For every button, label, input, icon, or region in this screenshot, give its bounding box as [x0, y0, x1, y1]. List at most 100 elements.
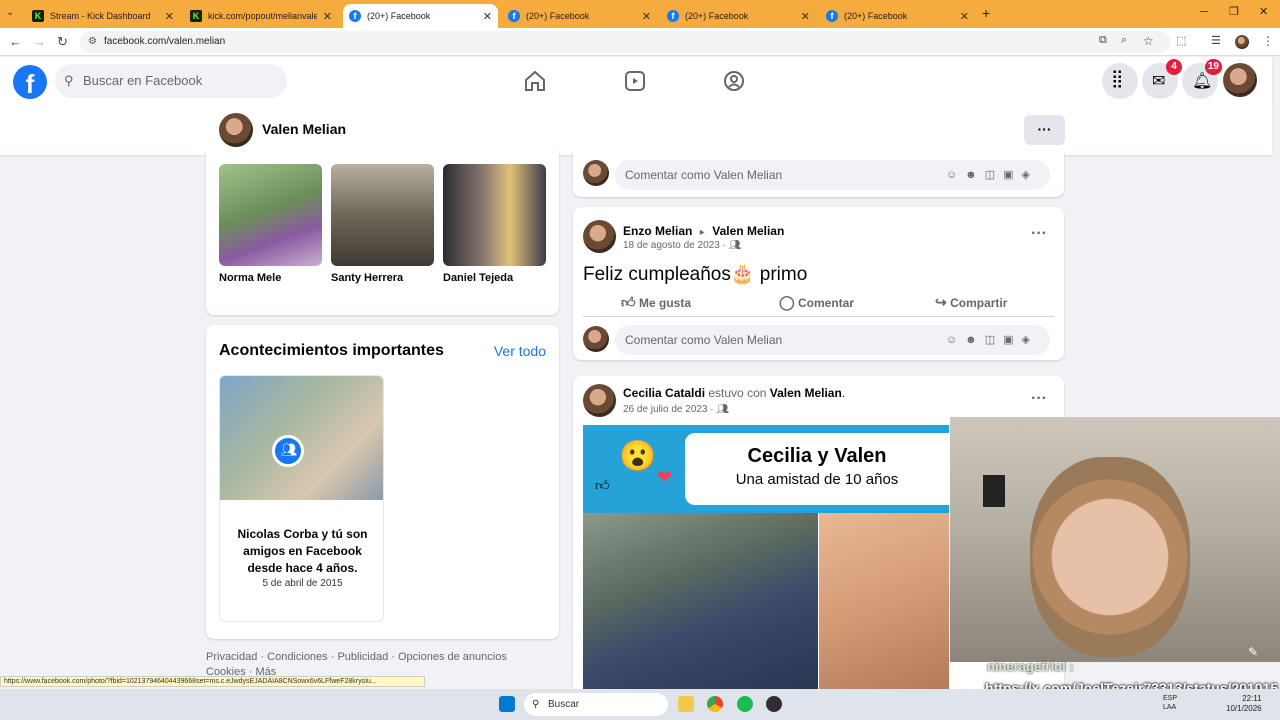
groups-icon[interactable]: [720, 67, 748, 95]
close-window-icon[interactable]: ✕: [1259, 5, 1268, 18]
comment-tools-icons[interactable]: ☺☻◫▣◈: [946, 160, 1038, 190]
browser-tab-active[interactable]: f (20+) Facebook ✕: [343, 4, 498, 28]
friend-photo[interactable]: [331, 164, 434, 266]
post-photo[interactable]: [583, 513, 818, 693]
profile-avatar[interactable]: [219, 113, 253, 147]
install-icon[interactable]: ⧉: [1099, 34, 1107, 47]
close-icon[interactable]: ✕: [165, 10, 174, 23]
footer-links-line[interactable]: Privacidad · Condiciones · Publicidad · …: [206, 650, 559, 665]
extensions-icon[interactable]: ⬚: [1176, 34, 1186, 47]
post-author-avatar[interactable]: [583, 220, 616, 253]
zoom-icon[interactable]: ⌕: [1121, 34, 1127, 47]
life-event-photo[interactable]: [220, 376, 383, 500]
facebook-logo-icon[interactable]: f: [13, 65, 47, 99]
post-date-text: 18 de agosto de 2023 ·: [623, 240, 726, 251]
facebook-icon: f: [508, 10, 520, 22]
reload-icon[interactable]: ↻: [57, 34, 68, 50]
site-info-icon[interactable]: ⚙: [88, 31, 97, 53]
post-options-icon[interactable]: ···: [1031, 225, 1047, 243]
post-options-icon[interactable]: ···: [1031, 390, 1047, 408]
browser-tab[interactable]: f (20+) Facebook ✕: [502, 4, 657, 28]
friend-item[interactable]: Norma Mele: [219, 164, 322, 284]
browser-profile-avatar[interactable]: [1235, 35, 1249, 49]
see-all-link[interactable]: Ver todo: [494, 343, 546, 359]
url-input[interactable]: ⚙ facebook.com/valen.melian: [80, 31, 1170, 53]
reading-list-icon[interactable]: ☰: [1211, 34, 1221, 47]
friendship-subtitle: Una amistad de 10 años: [735, 471, 899, 488]
comment-input[interactable]: Comentar como Valen Melian ☺☻◫▣◈: [615, 160, 1050, 190]
close-icon[interactable]: ✕: [483, 10, 492, 23]
close-icon[interactable]: ✕: [323, 10, 332, 23]
facebook-icon: f: [667, 10, 679, 22]
home-icon[interactable]: [521, 67, 549, 95]
friend-item[interactable]: Daniel Tejeda: [443, 164, 546, 284]
browser-tab-strip: ⌄ K Stream - Kick Dashboard ✕ K kick.com…: [0, 0, 1280, 28]
notifications-button[interactable]: 🔔︎ 19: [1182, 59, 1222, 99]
share-button[interactable]: ↪ Compartir: [935, 294, 1007, 311]
windows-taskbar: ⚲ Buscar ESP LAA 22:11 10/1/2026: [0, 689, 1280, 720]
account-avatar[interactable]: [1223, 63, 1257, 97]
commenter-avatar: [583, 160, 609, 186]
like-button[interactable]: 👍︎ Me gusta: [621, 294, 691, 311]
profile-name[interactable]: Valen Melian: [262, 121, 346, 137]
chrome-icon[interactable]: [707, 696, 723, 712]
post-date[interactable]: 26 de julio de 2023 · 👥︎: [623, 404, 729, 415]
maximize-icon[interactable]: ❐: [1229, 5, 1239, 18]
facebook-icon: f: [826, 10, 838, 22]
friend-photo[interactable]: [443, 164, 546, 266]
browser-menu-icon[interactable]: ⋮: [1262, 34, 1274, 48]
friendship-banner[interactable]: 😮 ❤ 👍︎ Cecilia y Valen Una amistad de 10…: [583, 425, 949, 513]
back-icon[interactable]: ←: [9, 34, 22, 49]
spotify-icon[interactable]: [737, 696, 753, 712]
life-event-item[interactable]: Nicolas Corba y tú son amigos en Faceboo…: [219, 375, 384, 622]
friend-item[interactable]: Santy Herrera: [331, 164, 434, 284]
kick-icon: K: [190, 10, 202, 22]
new-tab-button[interactable]: +: [982, 5, 990, 21]
facebook-search-input[interactable]: ⚲ Buscar en Facebook: [55, 64, 287, 98]
friend-name[interactable]: Santy Herrera: [331, 272, 434, 284]
close-icon[interactable]: ✕: [642, 10, 651, 23]
comment-button[interactable]: ◯ Comentar: [779, 294, 854, 311]
friend-name[interactable]: Norma Mele: [219, 272, 322, 284]
system-clock[interactable]: 22:11 10/1/2026: [1226, 694, 1262, 714]
facebook-icon: f: [349, 10, 361, 22]
like-emoji-icon: 👍︎: [595, 477, 610, 493]
comment-input[interactable]: Comentar como Valen Melian ☺☻◫▣◈: [615, 325, 1050, 355]
language-indicator[interactable]: ESP LAA: [1163, 694, 1177, 712]
browser-tab[interactable]: f (20+) Facebook ✕: [820, 4, 975, 28]
bookmark-star-icon[interactable]: ☆: [1143, 34, 1154, 48]
browser-tab[interactable]: K kick.com/popout/melianvalen/ ✕: [184, 4, 338, 28]
friend-photo[interactable]: [219, 164, 322, 266]
browser-tab[interactable]: K Stream - Kick Dashboard ✕: [26, 4, 180, 28]
post-photo[interactable]: [819, 513, 949, 693]
close-icon[interactable]: ✕: [960, 10, 969, 23]
friend-name[interactable]: Daniel Tejeda: [443, 272, 546, 284]
menu-grid-button[interactable]: ⣿: [1102, 63, 1138, 99]
more-options-button[interactable]: ···: [1024, 115, 1065, 145]
taskbar-search[interactable]: ⚲ Buscar: [524, 693, 668, 716]
messenger-button[interactable]: ✉ 4: [1142, 59, 1182, 99]
comment-tools-icons[interactable]: ☺☻◫▣◈: [946, 325, 1038, 355]
browser-tab[interactable]: f (20+) Facebook ✕: [661, 4, 816, 28]
windows-start-icon[interactable]: [499, 696, 515, 712]
messenger-icon: ✉: [1152, 73, 1166, 90]
post-author-avatar[interactable]: [583, 384, 616, 417]
edit-icon: ✎: [1248, 645, 1259, 659]
close-icon[interactable]: ✕: [801, 10, 810, 23]
clock-date: 10/1/2026: [1226, 704, 1262, 713]
post-date[interactable]: 18 de agosto de 2023 · 👥︎: [623, 240, 741, 251]
forward-icon[interactable]: →: [33, 34, 46, 49]
tab-search-button[interactable]: ⌄: [6, 7, 14, 18]
post-target-name[interactable]: Valen Melian: [712, 224, 784, 238]
url-text: facebook.com/valen.melian: [104, 36, 226, 47]
comment-placeholder: Comentar como Valen Melian: [625, 333, 783, 347]
video-icon[interactable]: [621, 67, 649, 95]
post-author-name[interactable]: Cecilia Cataldi: [623, 386, 705, 400]
post-author-name[interactable]: Enzo Melian: [623, 224, 692, 238]
file-explorer-icon[interactable]: [678, 696, 694, 712]
obs-icon[interactable]: [766, 696, 782, 712]
minimize-icon[interactable]: ─: [1200, 6, 1208, 18]
post-header: Cecilia Cataldi estuvo con Valen Melian.: [623, 386, 846, 400]
post-target-name[interactable]: Valen Melian: [770, 386, 842, 400]
profile-sticky-bar: Valen Melian ···: [0, 105, 1272, 155]
